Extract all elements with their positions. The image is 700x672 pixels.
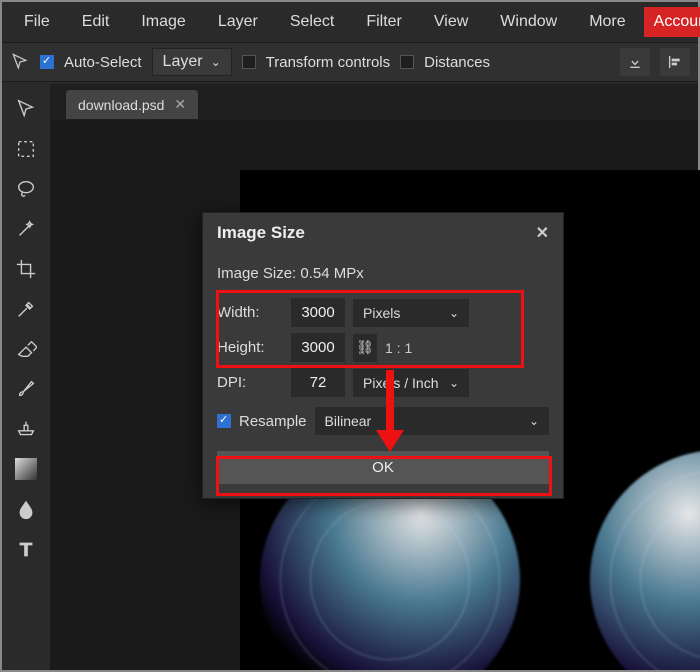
gradient-tool[interactable] [15,458,37,480]
resample-method-label: Bilinear [325,413,372,429]
clone-stamp-tool[interactable] [6,410,46,448]
width-input[interactable] [291,298,345,327]
link-ratio-icon[interactable]: ⛓ [353,334,377,362]
resample-checkbox[interactable] [217,414,231,428]
close-tab-icon[interactable]: ✕ [174,96,186,113]
image-size-dialog: Image Size ✕ Image Size: 0.54 MPx Width:… [202,212,564,499]
blur-tool[interactable] [6,490,46,528]
width-unit-label: Pixels [363,305,400,321]
tab-filename: download.psd [78,97,164,113]
document-tabs: download.psd ✕ [50,84,698,120]
dpi-label: DPI: [217,374,283,391]
document-tab[interactable]: download.psd ✕ [66,90,198,119]
eraser-tool[interactable] [6,330,46,368]
distances-label: Distances [424,54,490,71]
menu-account[interactable]: Account [644,7,700,37]
crop-tool[interactable] [6,250,46,288]
close-icon[interactable]: ✕ [536,223,549,243]
dialog-title: Image Size [217,223,305,243]
menu-more[interactable]: More [575,5,639,39]
image-size-info: Image Size: 0.54 MPx [217,261,549,292]
layer-dropdown[interactable]: Layer ⌄ [152,48,232,76]
chevron-down-icon: ⌄ [449,376,459,390]
auto-select-label: Auto-Select [64,54,142,71]
dpi-unit-label: Pixels / Inch [363,375,438,391]
download-icon[interactable] [620,48,650,76]
move-tool[interactable] [6,90,46,128]
layer-dropdown-label: Layer [163,53,203,71]
lasso-tool[interactable] [6,170,46,208]
type-tool[interactable] [6,530,46,568]
menu-edit[interactable]: Edit [68,5,124,39]
resample-method-dropdown[interactable]: Bilinear ⌄ [315,407,549,435]
width-unit-dropdown[interactable]: Pixels ⌄ [353,299,469,327]
aspect-ratio: 1 : 1 [385,340,412,356]
magic-wand-tool[interactable] [6,210,46,248]
artwork [553,413,700,670]
auto-select-checkbox[interactable] [40,55,54,69]
dpi-input[interactable] [291,368,345,397]
menu-file[interactable]: File [10,5,64,39]
chevron-down-icon: ⌄ [449,306,459,320]
height-input[interactable] [291,333,345,362]
menu-image[interactable]: Image [127,5,199,39]
menu-view[interactable]: View [420,5,482,39]
menu-bar: File Edit Image Layer Select Filter View… [2,2,698,42]
transform-controls-label: Transform controls [266,54,390,71]
chevron-down-icon: ⌄ [211,55,221,69]
options-bar: Auto-Select Layer ⌄ Transform controls D… [2,42,698,82]
menu-window[interactable]: Window [486,5,571,39]
height-label: Height: [217,339,283,356]
marquee-tool[interactable] [6,130,46,168]
resample-label: Resample [239,413,307,430]
distances-checkbox[interactable] [400,55,414,69]
eyedropper-tool[interactable] [6,290,46,328]
dpi-unit-dropdown[interactable]: Pixels / Inch ⌄ [353,369,469,397]
menu-filter[interactable]: Filter [352,5,416,39]
menu-layer[interactable]: Layer [204,5,272,39]
align-icon[interactable] [660,48,690,76]
ok-button[interactable]: OK [217,451,549,484]
chevron-down-icon: ⌄ [529,414,539,428]
brush-tool[interactable] [6,370,46,408]
width-label: Width: [217,304,283,321]
move-tool-icon [10,52,30,72]
tool-palette [2,84,50,670]
transform-controls-checkbox[interactable] [242,55,256,69]
menu-select[interactable]: Select [276,5,348,39]
